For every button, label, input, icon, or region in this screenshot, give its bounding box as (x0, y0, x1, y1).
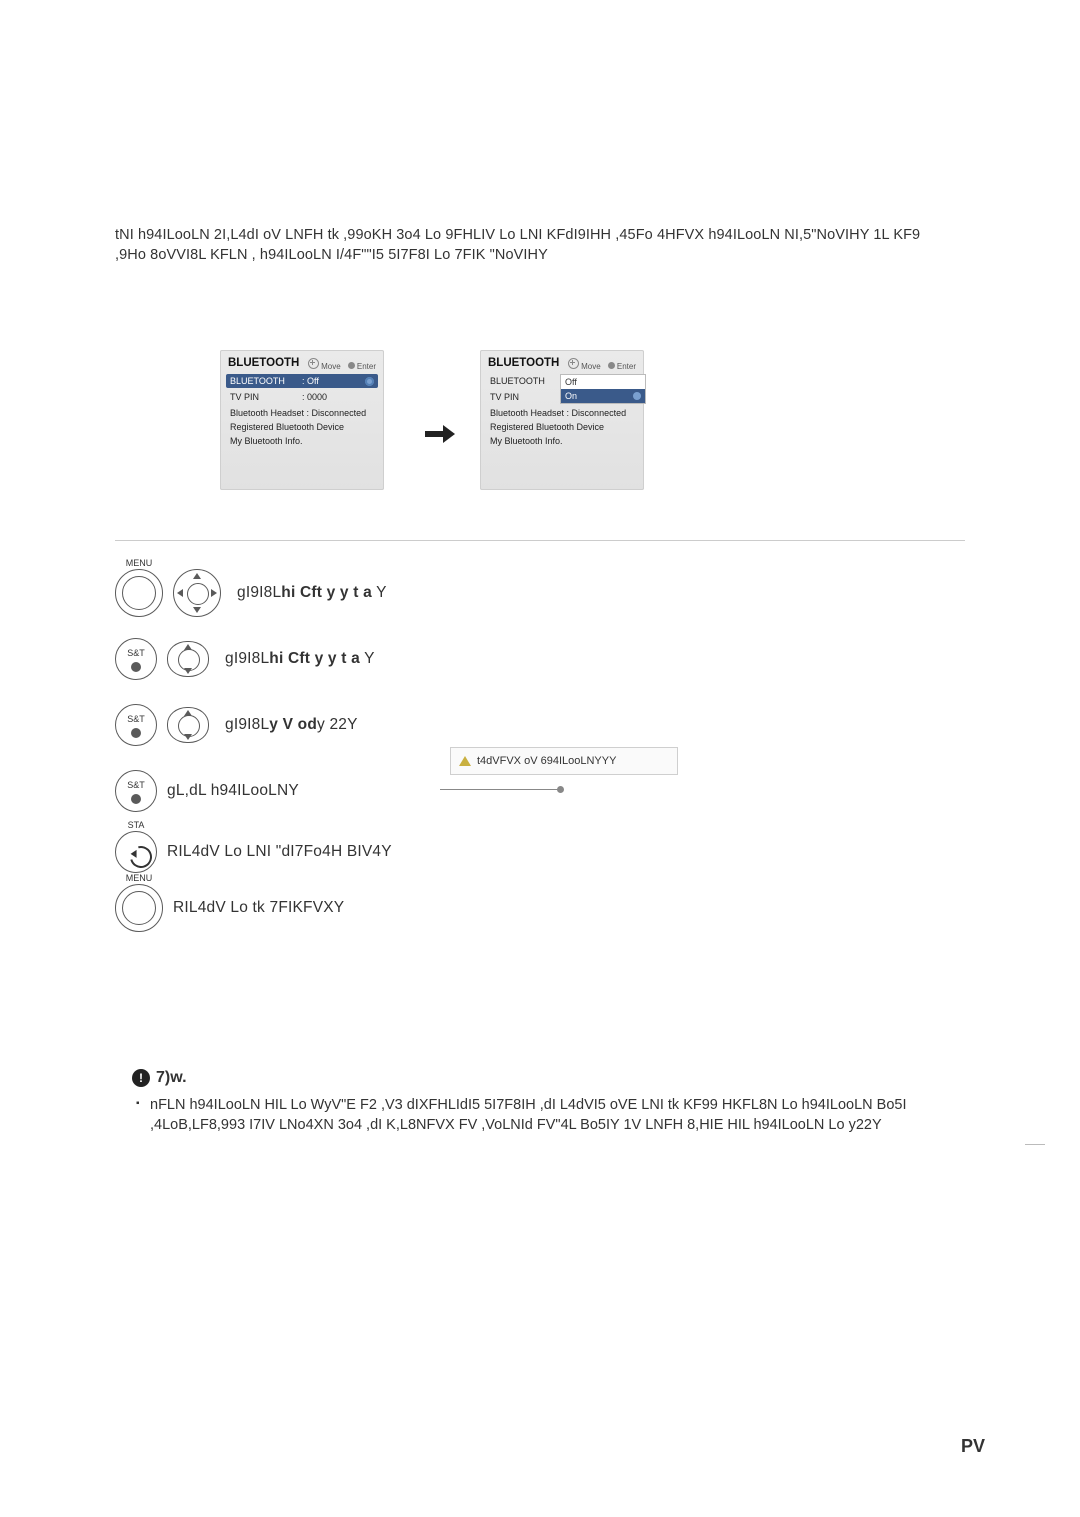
button-caption: S&T (116, 648, 156, 658)
step-text-b: hi Cft y y t a (269, 650, 360, 667)
step-4-text: gL,dL h94ILooLNY (167, 782, 299, 800)
callout-text: t4dVFVX oV 694ILooLNYYY (477, 755, 616, 767)
step-text-a: gI9I8L (225, 716, 269, 733)
step-1-text: gI9I8Lhi Cft y y t a Y (237, 584, 387, 602)
enter-icon (348, 362, 355, 369)
menu-title: BLUETOOTH (488, 357, 559, 369)
step-5: STA RIL4dV Lo LNI "dI7Fo4H BIV4Y (115, 824, 392, 880)
separator (115, 540, 965, 541)
row-registered-label: Registered Bluetooth Device (226, 422, 380, 432)
remote-set-button: S&T (115, 770, 157, 812)
remote-menu-button: MENU (115, 569, 163, 617)
step-6: MENU RIL4dV Lo tk 7FIKFVXY (115, 880, 392, 936)
intro-text: tNI h94ILooLN 2I,L4dI oV LNFH tk ,99oKH … (115, 226, 985, 265)
row-headset: Bluetooth Headset : Disconnected (226, 406, 378, 420)
row-registered-label: Registered Bluetooth Device (486, 422, 640, 432)
row-tvpin: TV PIN : 0000 (226, 390, 378, 404)
row-myinfo-label: My Bluetooth Info. (226, 436, 380, 446)
enter-label: Enter (357, 362, 376, 371)
remote-set-button: S&T (115, 638, 157, 680)
row-radio-icon (365, 377, 374, 386)
button-caption: S&T (116, 780, 156, 790)
intro-line1: tNI h94ILooLN 2I,L4dI oV LNFH tk ,99oKH … (115, 227, 920, 243)
step-text-c: Y (372, 584, 387, 601)
remote-steps: MENU gI9I8Lhi Cft y y t a Y S&T gI9I8Lhi… (115, 560, 392, 936)
step-5-text: RIL4dV Lo LNI "dI7Fo4H BIV4Y (167, 843, 392, 861)
step-text-c: y 22Y (317, 716, 358, 733)
info-icon: ! (132, 1069, 150, 1087)
page-number: PV (961, 1436, 985, 1457)
step-6-text: RIL4dV Lo tk 7FIKFVXY (173, 899, 344, 917)
remote-updown-icon (167, 707, 209, 743)
move-icon (568, 358, 579, 369)
button-caption: S&T (116, 714, 156, 724)
row-headset-label: Bluetooth Headset : Disconnected (226, 408, 380, 418)
move-label: Move (321, 362, 341, 371)
remote-dpad-icon (173, 569, 221, 617)
menu-hints: Move Enter (308, 358, 376, 371)
bluetooth-menu-before: BLUETOOTH Move Enter BLUETOOTH : Off TV … (220, 350, 384, 490)
connector-line (440, 789, 560, 790)
row-myinfo: My Bluetooth Info. (486, 434, 638, 448)
row-bluetooth-label: BLUETOOTH (486, 376, 558, 386)
arrow-right-icon (425, 425, 455, 443)
row-tvpin-label: TV PIN (486, 392, 562, 402)
step-text-a: gI9I8L (237, 584, 281, 601)
enter-label: Enter (617, 362, 636, 371)
enter-icon (608, 362, 615, 369)
callout-box: t4dVFVX oV 694ILooLNYYY (450, 747, 678, 775)
note-line2: ,4LoB,LF8,993 I7IV LNo4XN 3o4 ,dI K,L8NF… (150, 1117, 882, 1133)
bullet-icon: ▪ (136, 1097, 140, 1111)
remote-menu-button: MENU (115, 884, 163, 932)
step-text-b: y V od (269, 716, 317, 733)
row-bluetooth-label: BLUETOOTH (226, 376, 302, 386)
step-text-c: Y (360, 650, 375, 667)
note-title: 7)w. (156, 1069, 187, 1087)
step-4: S&T gL,dL h94ILooLNY (115, 758, 392, 824)
menu-title: BLUETOOTH (228, 357, 299, 369)
warning-icon (459, 756, 471, 766)
step-1: MENU gI9I8Lhi Cft y y t a Y (115, 560, 392, 626)
step-2: S&T gI9I8Lhi Cft y y t a Y (115, 626, 392, 692)
row-headset-label: Bluetooth Headset : Disconnected (486, 408, 640, 418)
move-label: Move (581, 362, 601, 371)
step-2-text: gI9I8Lhi Cft y y t a Y (225, 650, 375, 668)
dropdown-off-label: Off (565, 377, 577, 387)
button-caption: MENU (116, 558, 162, 568)
row-bluetooth: BLUETOOTH : Off (226, 374, 378, 388)
remote-back-button: STA (115, 831, 157, 873)
step-3: S&T gI9I8Ly V ody 22Y (115, 692, 392, 758)
step-text-b: hi Cft y y t a (281, 584, 372, 601)
step-3-text: gI9I8Ly V ody 22Y (225, 716, 358, 734)
row-tvpin-label: TV PIN (226, 392, 302, 402)
margin-rule (1025, 1144, 1045, 1145)
button-caption: MENU (116, 873, 162, 883)
row-bluetooth-value: : Off (302, 376, 365, 386)
step-text-a: gI9I8L (225, 650, 269, 667)
dropdown-off: Off (561, 375, 645, 389)
note-heading: ! 7)w. (132, 1069, 187, 1087)
remote-updown-icon (167, 641, 209, 677)
row-registered: Registered Bluetooth Device (226, 420, 378, 434)
move-icon (308, 358, 319, 369)
bluetooth-menu-after: BLUETOOTH Move Enter BLUETOOTH Off On TV… (480, 350, 644, 490)
button-caption: STA (116, 820, 156, 830)
row-registered: Registered Bluetooth Device (486, 420, 638, 434)
menu-hints: Move Enter (568, 358, 636, 371)
row-myinfo: My Bluetooth Info. (226, 434, 378, 448)
row-myinfo-label: My Bluetooth Info. (486, 436, 640, 446)
intro-line2: ,9Ho 8oVVI8L KFLN , h94ILooLN I/4F""I5 5… (115, 247, 548, 263)
row-tvpin: TV PIN (486, 390, 638, 404)
note-line1: nFLN h94ILooLN HIL Lo WyV"E F2 ,V3 dIXFH… (150, 1097, 906, 1113)
row-tvpin-value: : 0000 (302, 392, 378, 402)
note-body: ▪ nFLN h94ILooLN HIL Lo WyV"E F2 ,V3 dIX… (150, 1095, 970, 1136)
row-headset: Bluetooth Headset : Disconnected (486, 406, 638, 420)
remote-set-button: S&T (115, 704, 157, 746)
